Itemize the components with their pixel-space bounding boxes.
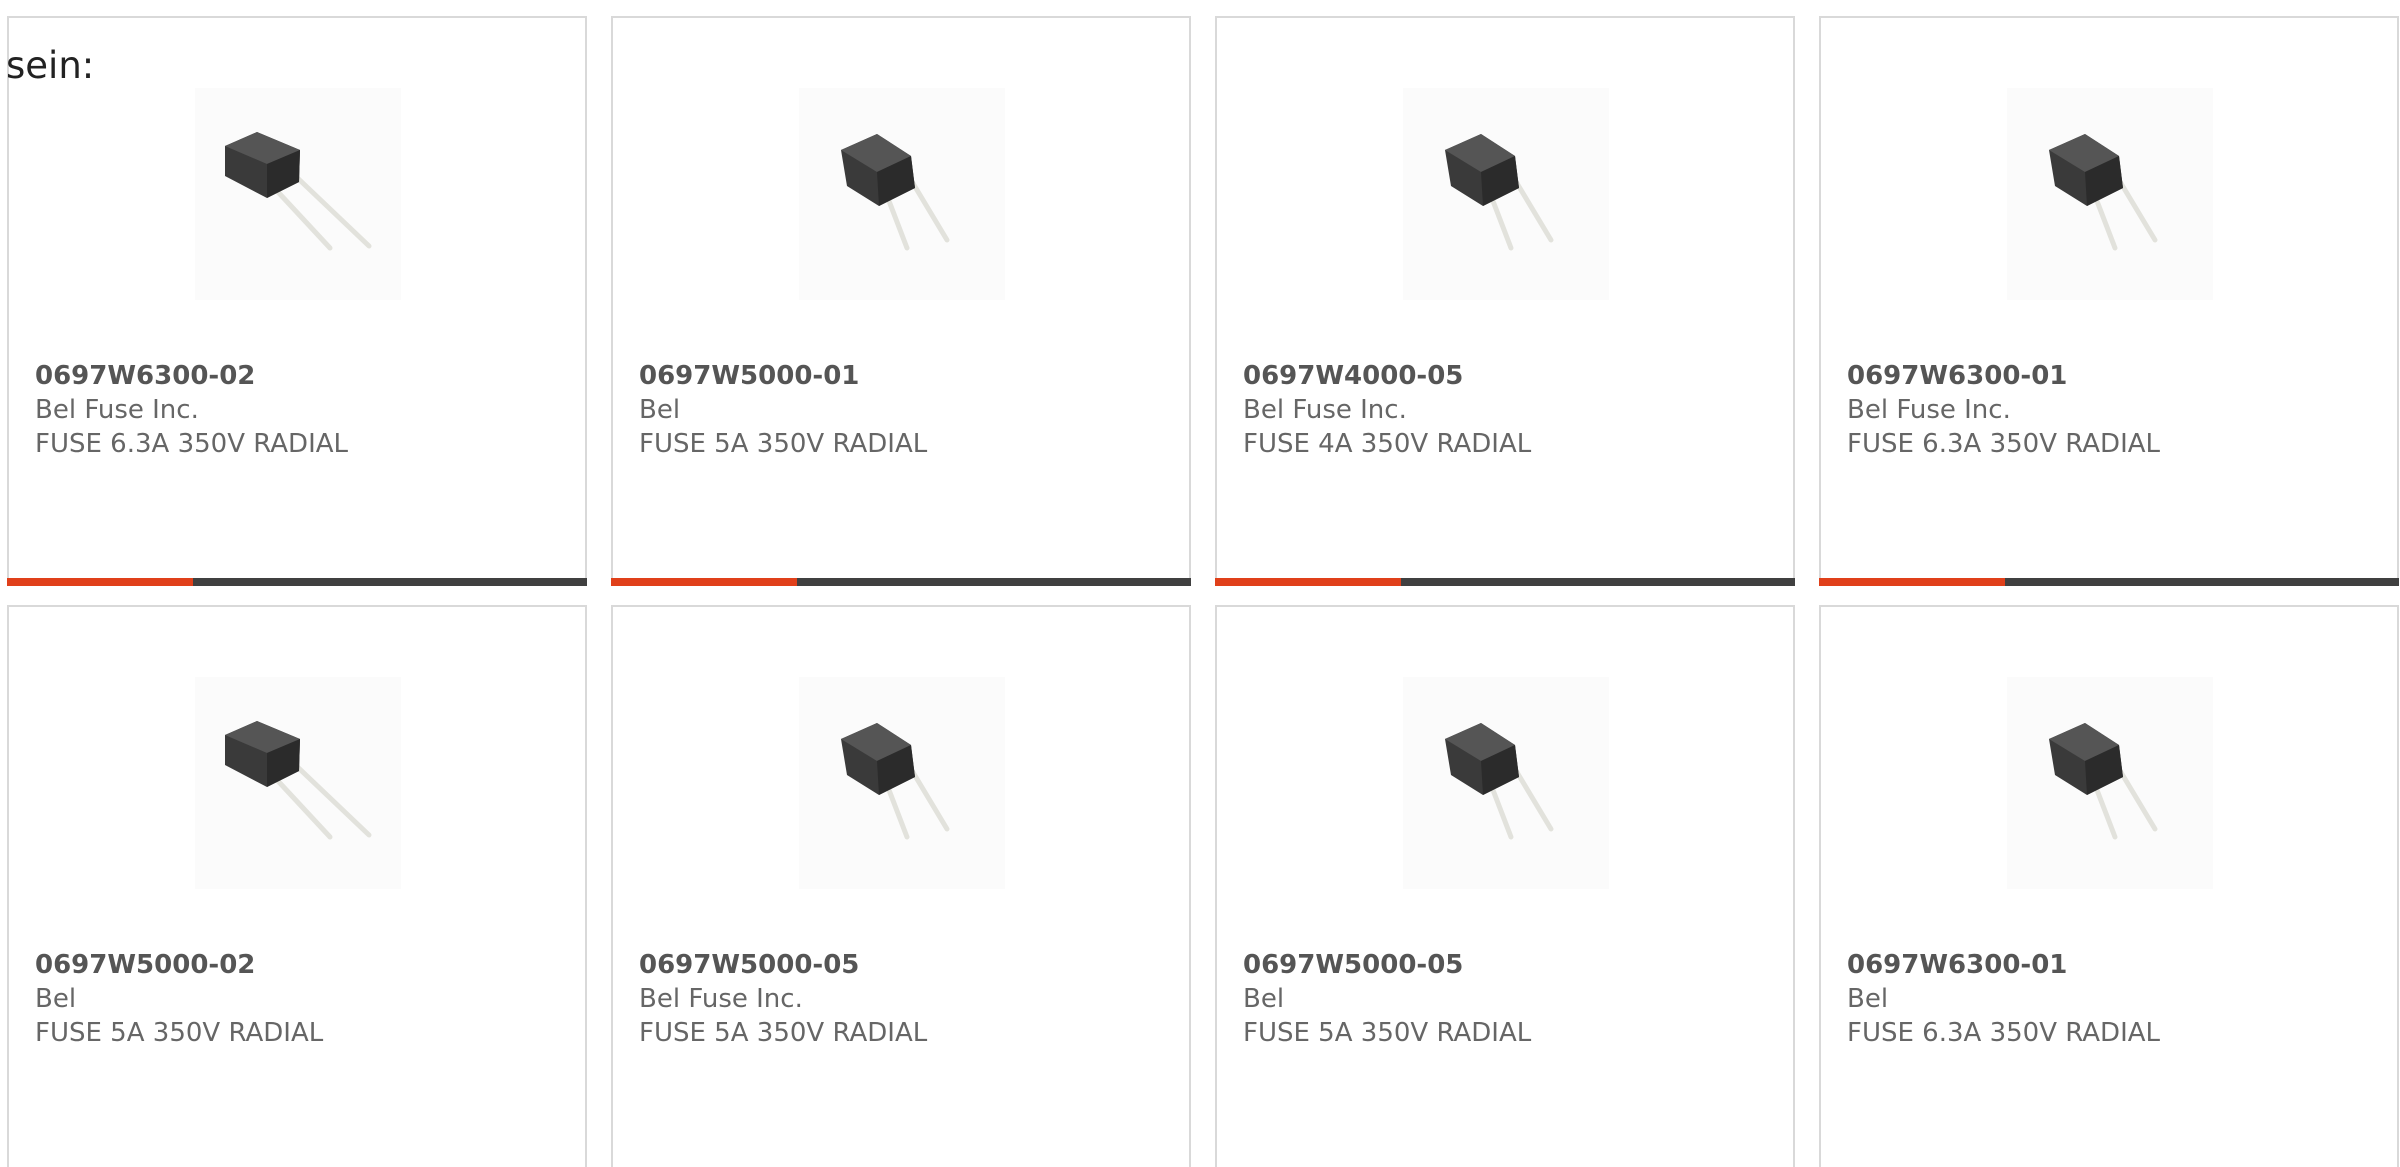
manufacturer: Bel [1847,984,1889,1014]
progress-fill [1215,578,1401,586]
product-card[interactable]: 0697W4000-05 Bel Fuse Inc. FUSE 4A 350V … [1215,16,1795,586]
product-description: FUSE 6.3A 350V RADIAL [1847,429,2161,459]
radial-fuse-icon [225,132,372,251]
intro-text: sein: [6,44,95,87]
part-number-link[interactable]: 0697W4000-05 [1243,359,1777,393]
radial-fuse-icon [1445,134,1554,251]
radial-fuse-icon [1445,723,1554,840]
manufacturer: Bel Fuse Inc. [1847,395,2011,425]
product-image[interactable] [195,88,401,300]
product-description: FUSE 5A 350V RADIAL [639,1018,928,1048]
product-description: FUSE 6.3A 350V RADIAL [35,429,349,459]
product-image[interactable] [2007,677,2213,889]
product-info: 0697W5000-05 Bel FUSE 5A 350V RADIAL [1243,948,1777,1050]
product-info: 0697W5000-01 Bel FUSE 5A 350V RADIAL [639,359,1173,461]
progress-fill [1819,578,2005,586]
manufacturer: Bel [1243,984,1285,1014]
product-card[interactable]: 0697W6300-02 Bel Fuse Inc. FUSE 6.3A 350… [7,16,587,586]
radial-fuse-icon [841,134,950,251]
product-card[interactable]: 0697W5000-05 Bel FUSE 5A 350V RADIAL [1215,605,1795,1167]
product-image[interactable] [799,88,1005,300]
product-image[interactable] [195,677,401,889]
product-card[interactable]: 0697W6300-01 Bel FUSE 6.3A 350V RADIAL [1819,605,2399,1167]
product-description: FUSE 6.3A 350V RADIAL [1847,1018,2161,1048]
manufacturer: Bel [639,395,681,425]
part-number-link[interactable]: 0697W6300-02 [35,359,569,393]
page: sein: 0697W6300-02 Bel Fuse Inc. FUSE 6.… [0,0,2400,1167]
radial-fuse-icon [2049,723,2158,840]
product-card[interactable]: 0697W5000-05 Bel Fuse Inc. FUSE 5A 350V … [611,605,1191,1167]
progress-fill [611,578,797,586]
radial-fuse-icon [841,723,950,840]
product-description: FUSE 4A 350V RADIAL [1243,429,1532,459]
manufacturer: Bel Fuse Inc. [639,984,803,1014]
radial-fuse-icon [225,721,372,840]
manufacturer: Bel Fuse Inc. [1243,395,1407,425]
product-description: FUSE 5A 350V RADIAL [639,429,928,459]
progress-fill [7,578,193,586]
progress-bar [7,578,587,586]
product-info: 0697W6300-01 Bel FUSE 6.3A 350V RADIAL [1847,948,2381,1050]
product-info: 0697W5000-02 Bel FUSE 5A 350V RADIAL [35,948,569,1050]
manufacturer: Bel [35,984,77,1014]
product-image[interactable] [1403,88,1609,300]
product-info: 0697W6300-01 Bel Fuse Inc. FUSE 6.3A 350… [1847,359,2381,461]
part-number-link[interactable]: 0697W5000-05 [639,948,1173,982]
product-card[interactable]: 0697W5000-01 Bel FUSE 5A 350V RADIAL [611,16,1191,586]
product-description: FUSE 5A 350V RADIAL [1243,1018,1532,1048]
part-number-link[interactable]: 0697W6300-01 [1847,359,2381,393]
product-info: 0697W5000-05 Bel Fuse Inc. FUSE 5A 350V … [639,948,1173,1050]
manufacturer: Bel Fuse Inc. [35,395,199,425]
product-image[interactable] [2007,88,2213,300]
part-number-link[interactable]: 0697W5000-05 [1243,948,1777,982]
radial-fuse-icon [2049,134,2158,251]
product-image[interactable] [799,677,1005,889]
product-card[interactable]: 0697W5000-02 Bel FUSE 5A 350V RADIAL [7,605,587,1167]
part-number-link[interactable]: 0697W5000-02 [35,948,569,982]
product-description: FUSE 5A 350V RADIAL [35,1018,324,1048]
part-number-link[interactable]: 0697W5000-01 [639,359,1173,393]
product-info: 0697W6300-02 Bel Fuse Inc. FUSE 6.3A 350… [35,359,569,461]
product-card[interactable]: 0697W6300-01 Bel Fuse Inc. FUSE 6.3A 350… [1819,16,2399,586]
product-image[interactable] [1403,677,1609,889]
progress-bar [1215,578,1795,586]
progress-bar [1819,578,2399,586]
product-info: 0697W4000-05 Bel Fuse Inc. FUSE 4A 350V … [1243,359,1777,461]
part-number-link[interactable]: 0697W6300-01 [1847,948,2381,982]
progress-bar [611,578,1191,586]
